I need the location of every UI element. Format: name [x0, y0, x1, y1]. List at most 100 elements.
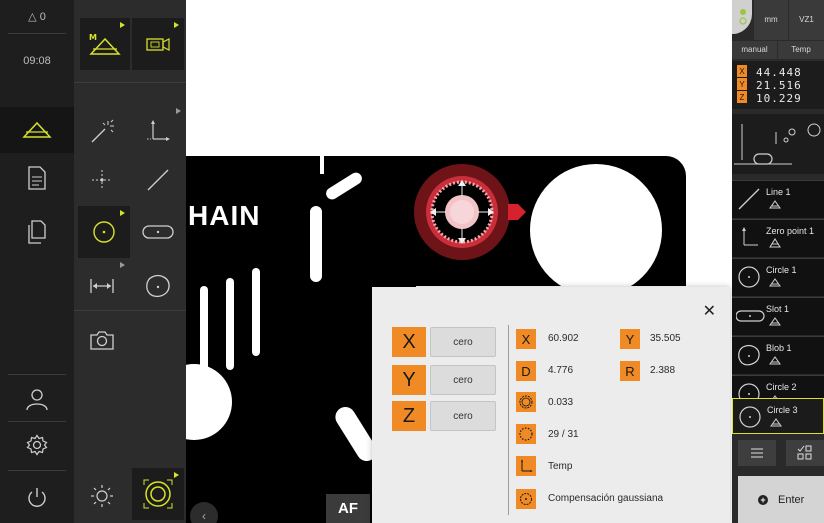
- main-menu: △ 0 09:08: [0, 0, 74, 523]
- settings-button[interactable]: [0, 422, 74, 468]
- line-icon: [738, 188, 760, 210]
- part-label: HAIN: [188, 200, 261, 231]
- snapshot-tool[interactable]: [74, 312, 130, 368]
- enter-button[interactable]: + Enter: [738, 476, 824, 523]
- lighting-button[interactable]: [74, 468, 130, 523]
- reference-button[interactable]: Temp: [778, 41, 824, 59]
- unit-button[interactable]: mm: [754, 0, 788, 40]
- feature-name: Circle 1: [766, 265, 797, 275]
- feature-name: Line 1: [766, 187, 791, 197]
- svg-text:M: M: [89, 33, 97, 42]
- position-display: X 44.448 Y 21.516 Z 10.229: [732, 61, 824, 109]
- divider: [74, 310, 186, 311]
- pos-z-label: Z: [737, 91, 747, 103]
- feature-item-line-1[interactable]: Line 1: [732, 180, 824, 218]
- warning-count: 0: [39, 11, 46, 23]
- line-tool[interactable]: [130, 152, 186, 208]
- point-tool[interactable]: [74, 152, 130, 208]
- pos-z-value: 10.229: [756, 92, 802, 105]
- pos-y-label: Y: [737, 78, 747, 90]
- result-radius-value: 2.388: [650, 365, 676, 376]
- user-icon: [26, 389, 48, 411]
- zero-point-icon: [147, 120, 170, 141]
- blob-tool[interactable]: [130, 258, 186, 314]
- reference-system-icon: [516, 456, 536, 476]
- collapse-panel-button[interactable]: ‹: [190, 502, 218, 523]
- pos-x-value: 44.448: [756, 66, 802, 79]
- blob-icon: [146, 274, 170, 298]
- warning-indicator[interactable]: △ 0: [0, 10, 74, 23]
- measure-menu-button[interactable]: [0, 107, 74, 153]
- zero-y-button[interactable]: cero: [430, 365, 496, 395]
- measured-icon: [769, 356, 781, 365]
- expand-indicator: [176, 108, 181, 114]
- feature-item-circle-1[interactable]: Circle 1: [732, 258, 824, 296]
- line-icon: [147, 169, 169, 191]
- chevron-left-icon: ‹: [202, 509, 206, 523]
- circle-tool[interactable]: [78, 206, 130, 258]
- result-diameter-label: D: [516, 361, 536, 381]
- plus-icon: +: [758, 494, 768, 505]
- slot-icon: [142, 225, 174, 239]
- grid-check-icon: [797, 445, 812, 460]
- tool-palette: M: [74, 0, 186, 523]
- manual-measure-icon: M: [89, 33, 121, 55]
- divider: [8, 374, 66, 375]
- feature-item-slot-1[interactable]: Slot 1: [732, 297, 824, 335]
- manual-measuring-button[interactable]: M: [80, 18, 130, 70]
- circle-icon: [738, 266, 760, 288]
- expand-indicator: [174, 472, 179, 478]
- expand-indicator: [120, 210, 125, 216]
- feature-item-zero-point-1[interactable]: Zero point 1: [732, 219, 824, 257]
- measured-icon: [769, 317, 781, 326]
- distance-tool[interactable]: [74, 258, 130, 314]
- measured-icon: [769, 200, 781, 209]
- menu-icon: [751, 448, 763, 458]
- autofocus-button[interactable]: AF: [326, 494, 370, 523]
- list-menu-button[interactable]: [738, 440, 776, 466]
- slot-icon: [736, 310, 765, 322]
- feature-name: Circle 3: [767, 405, 798, 415]
- pos-x-label: X: [737, 65, 747, 77]
- clock: 09:08: [23, 55, 51, 67]
- feature-name: Slot 1: [766, 304, 790, 314]
- video-camera-icon: [146, 38, 170, 51]
- workpiece-preview[interactable]: [732, 114, 824, 174]
- inspector-panel: mm VZ1 manual Temp X 44.448 Y 21.516 Z 1…: [732, 0, 824, 523]
- point-icon: [92, 170, 112, 190]
- constructed-icon: [769, 238, 781, 248]
- status-led-icon: [732, 0, 752, 34]
- result-x-label: X: [516, 329, 536, 349]
- result-radius-label: R: [620, 361, 640, 381]
- file-management-button[interactable]: [0, 209, 74, 255]
- power-icon: [28, 488, 46, 507]
- pos-y-value: 21.516: [756, 79, 802, 92]
- expand-indicator: [120, 262, 125, 268]
- slot-tool[interactable]: [130, 204, 186, 260]
- feature-name: Blob 1: [766, 343, 792, 353]
- feature-filter-button[interactable]: [786, 440, 824, 466]
- divider: [8, 33, 66, 34]
- mode-button[interactable]: manual: [732, 41, 777, 59]
- enter-label: Enter: [778, 493, 805, 506]
- light-icon: [91, 485, 113, 507]
- expand-indicator: [174, 22, 179, 28]
- zero-x-button[interactable]: cero: [430, 327, 496, 357]
- magic-wand-icon: [91, 119, 114, 143]
- camera-sensor-button[interactable]: [132, 18, 184, 70]
- result-diameter-value: 4.776: [548, 365, 574, 376]
- measure-report-button[interactable]: [0, 155, 74, 201]
- target-circle-icon: [143, 479, 173, 509]
- zero-z-button[interactable]: cero: [430, 401, 496, 431]
- user-login-button[interactable]: [0, 376, 74, 422]
- camera-icon: [90, 331, 114, 350]
- measured-points-icon: [516, 424, 536, 444]
- power-button[interactable]: [0, 475, 74, 521]
- fit-method-value: Compensación gaussiana: [548, 493, 664, 504]
- probe-button[interactable]: VZ1: [789, 0, 824, 40]
- expand-indicator: [120, 22, 125, 28]
- feature-item-blob-1[interactable]: Blob 1: [732, 336, 824, 374]
- auto-focus-circle-button[interactable]: [132, 468, 184, 520]
- close-icon[interactable]: ✕: [703, 301, 716, 321]
- feature-item-circle-3[interactable]: Circle 3: [732, 398, 824, 434]
